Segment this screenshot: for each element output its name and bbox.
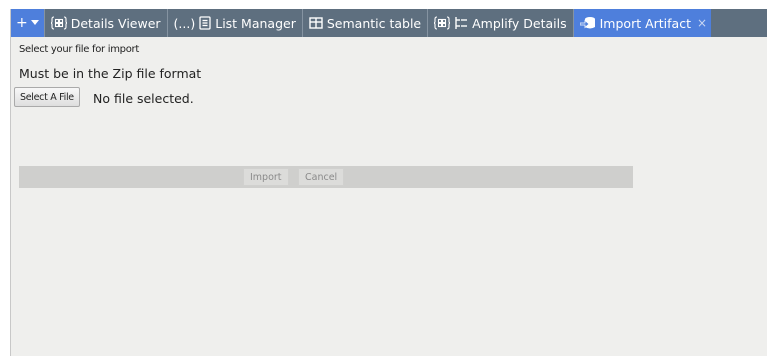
table-icon bbox=[309, 17, 323, 29]
cancel-button[interactable]: Cancel bbox=[298, 168, 345, 186]
add-tab-button[interactable]: + bbox=[11, 9, 45, 37]
tab-list-manager[interactable]: (...) List Manager bbox=[167, 9, 303, 37]
grid-braces-icon bbox=[50, 16, 67, 30]
tab-label: Import Artifact bbox=[599, 15, 691, 31]
tab-label: Details Viewer bbox=[70, 15, 161, 31]
plus-label: + bbox=[16, 15, 28, 31]
tab-prefix: (...) bbox=[173, 15, 196, 31]
format-note: Must be in the Zip file format bbox=[19, 66, 202, 81]
tab-label: List Manager bbox=[215, 15, 296, 31]
tab-semantic-table[interactable]: Semantic table bbox=[302, 9, 429, 37]
file-status-text: No file selected. bbox=[93, 91, 194, 106]
import-button[interactable]: Import bbox=[243, 168, 289, 186]
tab-amplify-details[interactable]: Amplify Details bbox=[428, 9, 574, 37]
import-artifact-panel: + Details Viewer (...) List Manager Sema… bbox=[10, 9, 767, 356]
tab-bar: + Details Viewer (...) List Manager Sema… bbox=[11, 9, 767, 37]
close-tab-icon[interactable]: × bbox=[697, 16, 707, 30]
caret-down-icon bbox=[30, 20, 39, 26]
tab-details-viewer[interactable]: Details Viewer bbox=[44, 9, 168, 37]
tab-import-artifact[interactable]: Import Artifact × bbox=[573, 9, 712, 37]
import-database-icon bbox=[579, 16, 596, 30]
action-bar: Import Cancel bbox=[19, 166, 633, 188]
tree-hierarchy-icon bbox=[454, 16, 468, 30]
tab-label: Amplify Details bbox=[472, 15, 567, 31]
document-list-icon bbox=[199, 16, 211, 30]
select-file-button[interactable]: Select A File bbox=[14, 87, 80, 107]
grid-braces-icon bbox=[434, 16, 451, 30]
import-instruction: Select your file for import bbox=[19, 44, 139, 55]
tab-label: Semantic table bbox=[326, 15, 422, 31]
